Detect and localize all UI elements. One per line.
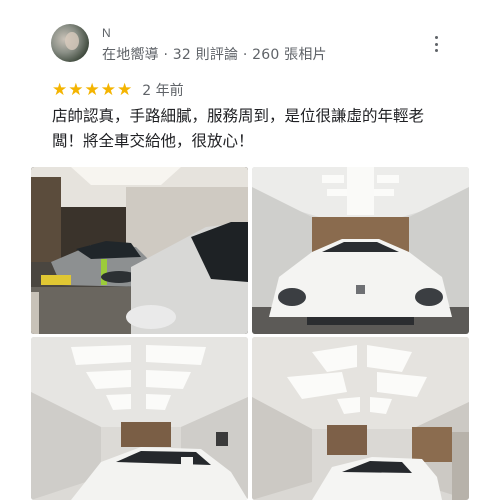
review-header: N 在地嚮導 · 32 則評論 · 260 張相片 [0,0,500,72]
more-vertical-icon[interactable] [428,34,444,54]
photo-grid [31,167,469,500]
star-icon: ★ [68,79,84,100]
star-icon: ★ [100,79,116,100]
review-photo[interactable] [252,337,469,500]
car-photo-graphic [252,167,469,334]
avatar[interactable] [51,24,89,62]
review-photo[interactable] [252,167,469,334]
car-photo-graphic [31,337,248,500]
review-text: 店帥認真，手路細膩，服務周到，是位很謙虛的年輕老 闆！將全車交給他，很放心！ [52,104,452,154]
star-icon: ★ [52,79,68,100]
star-rating: ★ ★ ★ ★ ★ [52,79,133,100]
car-photo-graphic [252,337,469,500]
rating-row: ★ ★ ★ ★ ★ 2 年前 [52,80,184,100]
reviewer-meta: 在地嚮導 · 32 則評論 · 260 張相片 [102,47,327,63]
review-text-line: 店帥認真，手路細膩，服務周到，是位很謙虛的年輕老 [52,107,425,125]
star-icon: ★ [84,79,100,100]
more-dot [434,42,438,46]
review-date: 2 年前 [142,83,184,99]
more-dot [434,49,438,52]
review-text-line: 闆！將全車交給他，很放心！ [52,132,254,150]
star-icon: ★ [117,79,133,100]
review-photo[interactable] [31,167,248,334]
reviewer-name[interactable]: N [102,26,111,40]
car-photo-graphic [31,167,248,334]
review-photo[interactable] [31,337,248,500]
more-dot [434,36,438,39]
